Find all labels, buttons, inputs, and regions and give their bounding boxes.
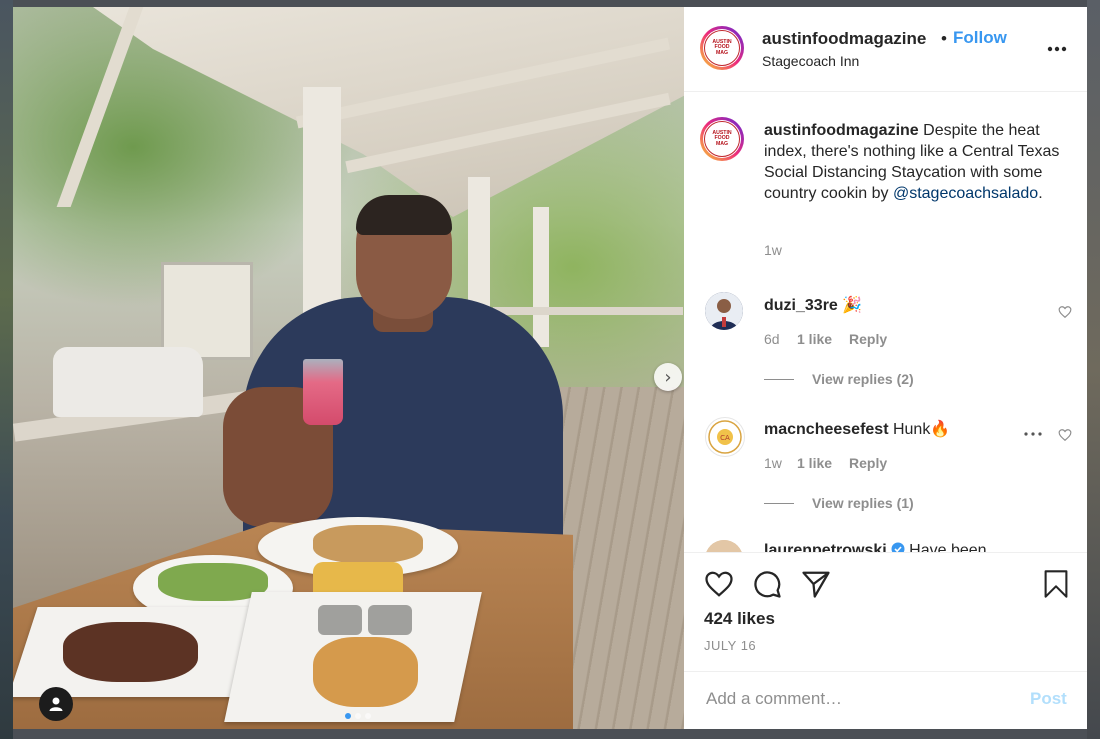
mac-n-cheese-logo-icon: CA [708,420,742,454]
add-comment-input[interactable] [704,688,1018,710]
comment-avatar[interactable]: CA [705,417,745,457]
view-replies-button[interactable]: View replies (1) [764,495,914,511]
user-icon [49,697,63,711]
sauce-cup [368,605,412,635]
like-comment-heart-icon[interactable] [1058,428,1072,442]
follow-button[interactable]: Follow [953,28,1007,48]
view-replies-button[interactable]: View replies (2) [764,371,914,387]
comment-likes[interactable]: 1 like [797,455,832,471]
author-username[interactable]: austinfoodmagazine [762,29,926,49]
roof-beam [56,7,144,207]
carousel-dot [345,713,351,719]
background-feed-bottom [13,729,1087,739]
post-header: AUSTIN FOOD MAG austinfoodmagazine • Fol… [684,7,1087,92]
ellipsis-icon [1024,432,1042,436]
user-photo-icon [705,540,743,552]
caption: austinfoodmagazine Despite the heat inde… [764,122,1060,202]
carousel-dot [365,713,371,719]
reply-button[interactable]: Reply [849,455,887,471]
add-comment-bar: Post [684,671,1087,730]
inn-sign [161,262,253,360]
svg-text:CA: CA [720,434,730,442]
background-feed-right [1087,0,1100,739]
comment-options-icon[interactable] [1024,424,1042,440]
background-feed-top [13,0,1087,7]
porch-railing [493,307,683,315]
background-feed-left [0,0,13,739]
comment-username[interactable]: duzi_33re [764,297,838,314]
comment-avatar[interactable] [705,540,743,552]
paper-plane-icon[interactable] [801,569,831,599]
reply-button[interactable]: Reply [849,331,887,347]
next-photo-button[interactable]: › [654,363,682,391]
carousel-dots [345,713,371,719]
comment-username[interactable]: macncheesefest [764,421,889,438]
austin-food-mag-logo: AUSTIN FOOD MAG [704,30,740,66]
fried-pie [313,637,418,707]
caption-mention[interactable]: @stagecoachsalado [893,185,1038,202]
sauce-cup [318,605,362,635]
separator-dot: • [941,29,947,48]
bookmark-icon[interactable] [1042,569,1070,599]
post-location[interactable]: Stagecoach Inn [762,53,859,69]
post-comment-button[interactable]: Post [1030,689,1067,709]
verified-badge-icon [891,542,905,552]
comment-text: laurenpetrowski Have been [764,542,987,552]
carousel-dot [355,713,361,719]
comment-text: duzi_33re 🎉 [764,297,863,314]
post-actions: 424 likes JULY 16 [684,552,1087,671]
cocktail-glass [303,359,343,425]
post-photo[interactable]: › [13,7,684,729]
steak [63,622,198,682]
ellipsis-icon [1047,46,1067,52]
caption-time[interactable]: 1w [764,242,782,258]
user-photo-icon [705,292,743,330]
post-side-panel: AUSTIN FOOD MAG austinfoodmagazine • Fol… [684,7,1087,729]
comment-likes[interactable]: 1 like [797,331,832,347]
post-date[interactable]: JULY 16 [704,638,756,653]
comment-icon[interactable] [752,569,782,599]
comment-username[interactable]: laurenpetrowski [764,542,887,552]
tagged-user-button[interactable] [39,687,73,721]
chicken-fried-steak [313,525,423,563]
likes-count[interactable]: 424 likes [704,609,775,629]
man-hair [356,195,452,235]
comments-list[interactable]: AUSTIN FOOD MAG austinfoodmagazine Despi… [684,92,1087,552]
parked-truck [53,347,203,417]
comment-avatar[interactable] [705,292,743,330]
chevron-right-icon: › [664,366,672,388]
comment-text: macncheesefest Hunk🔥 [764,421,951,438]
caption-username[interactable]: austinfoodmagazine [764,122,919,139]
caption-avatar[interactable]: AUSTIN FOOD MAG [700,117,744,161]
porch-post [533,207,549,347]
comment-time[interactable]: 1w [764,455,782,471]
comment-time[interactable]: 6d [764,331,780,347]
more-options-icon[interactable] [1047,33,1067,57]
austin-food-mag-logo: AUSTIN FOOD MAG [704,121,740,157]
author-avatar[interactable]: AUSTIN FOOD MAG [700,26,744,70]
like-comment-heart-icon[interactable] [1058,305,1072,319]
heart-icon[interactable] [704,569,734,599]
